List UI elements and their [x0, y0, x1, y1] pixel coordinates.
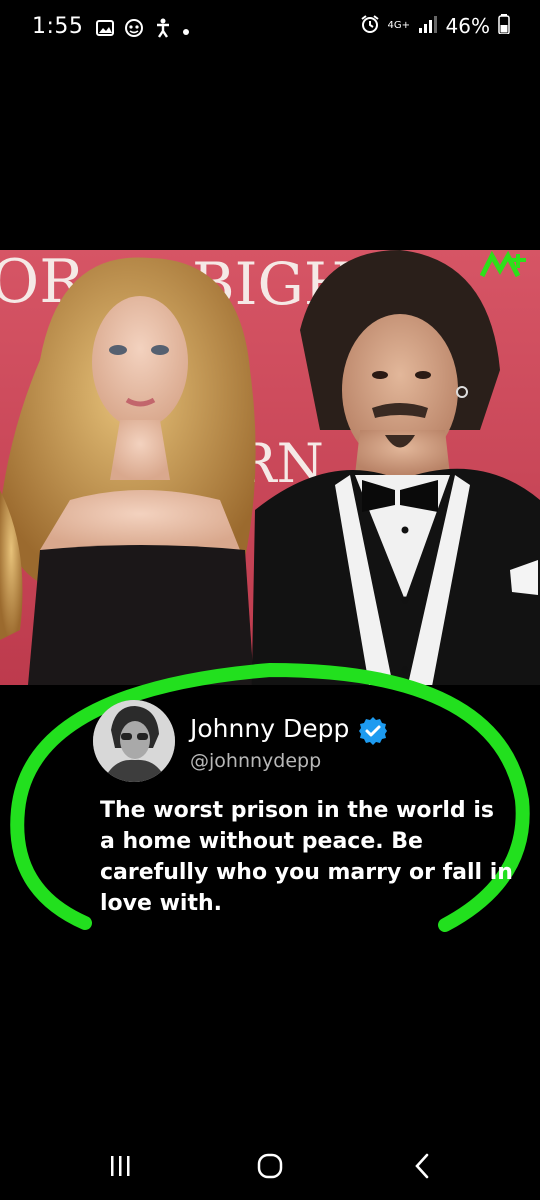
- home-icon[interactable]: [250, 1148, 290, 1184]
- tweet-author-handle[interactable]: @johnnydepp: [190, 750, 321, 772]
- messenger-icon: [124, 18, 144, 42]
- recents-icon[interactable]: [100, 1148, 140, 1184]
- logo-icon: [479, 250, 528, 280]
- status-time: 1:55: [32, 14, 84, 39]
- verified-badge-icon: [358, 716, 388, 746]
- notification-icons: [96, 18, 190, 42]
- battery-level: 46%: [445, 14, 490, 38]
- tweet-author-name[interactable]: Johnny Depp: [190, 714, 349, 743]
- tweet-text: The worst prison in the world is a home …: [100, 798, 513, 916]
- signal-icon: [418, 15, 438, 37]
- accessibility-icon: [154, 18, 172, 42]
- network-type: 4G+: [387, 20, 411, 31]
- battery-icon: [498, 14, 510, 38]
- navigation-bar: [0, 1130, 540, 1200]
- avatar[interactable]: [93, 700, 175, 782]
- dot-icon: [182, 21, 190, 40]
- gallery-icon: [96, 20, 114, 40]
- back-icon[interactable]: [402, 1148, 442, 1184]
- alarm-icon: [360, 14, 380, 38]
- system-icons: 4G+ 46%: [360, 14, 510, 38]
- status-bar: 1:55 4G+ 46%: [0, 0, 540, 60]
